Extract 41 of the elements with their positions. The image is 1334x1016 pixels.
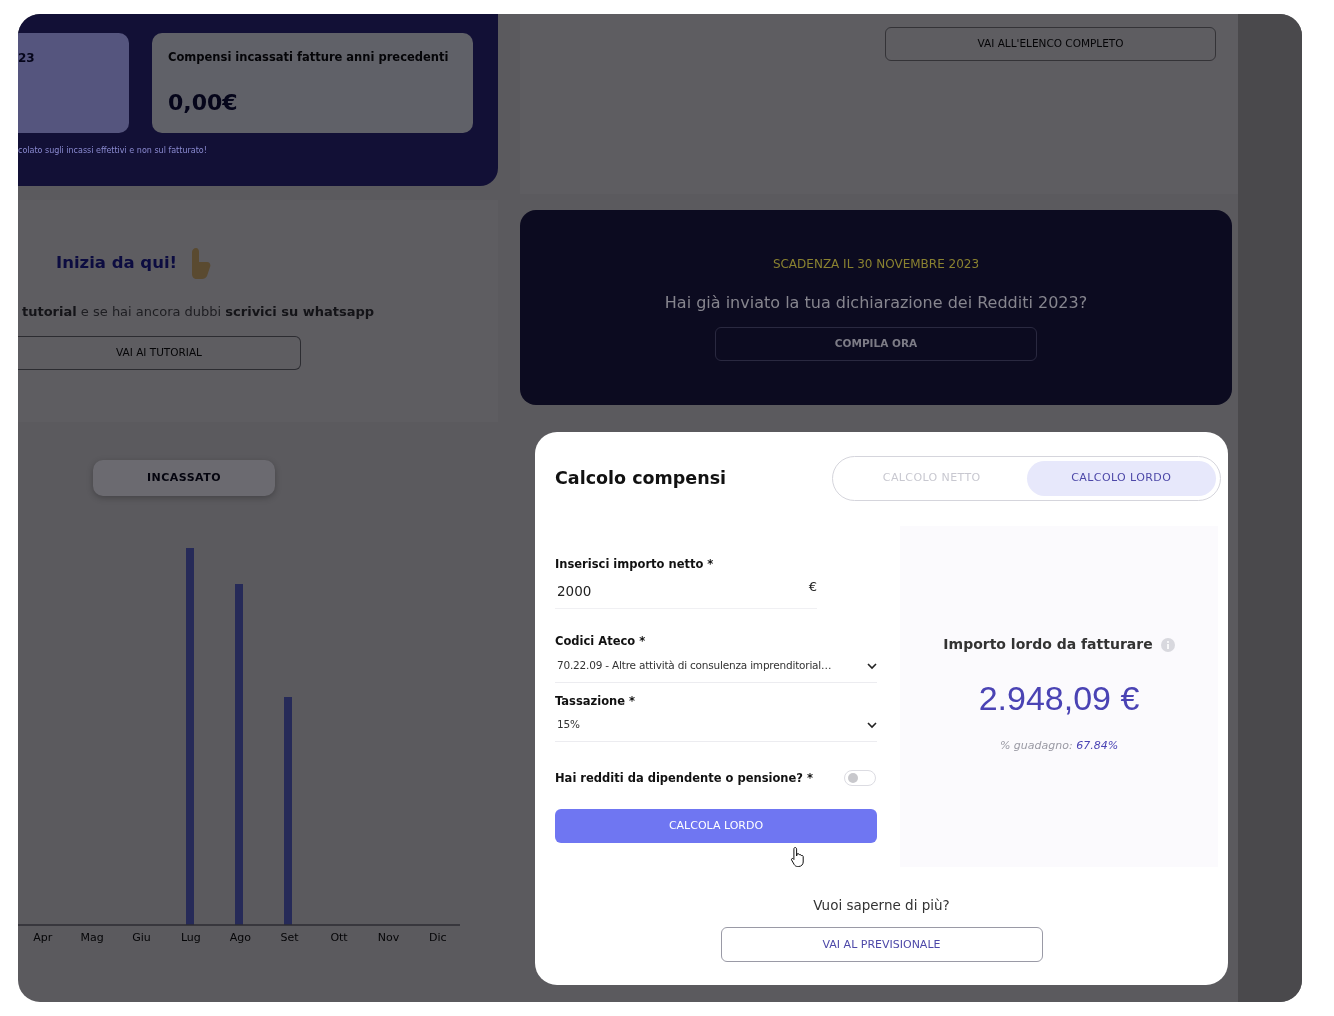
field-label: Tassazione * [555, 692, 637, 710]
calculate-button[interactable]: CALCOLA LORDO [555, 809, 877, 843]
deadline-text: SCADENZA IL 30 NOVEMBRE 2023 [772, 256, 980, 273]
section-title: Inizia da qui! [56, 251, 178, 274]
axis-label: Mag [79, 930, 105, 946]
card-amount: 0,00€ [168, 89, 239, 118]
axis-label: Set [279, 930, 300, 946]
chevron-down-icon [867, 721, 877, 729]
help-text: tutorial e se hai ancora dubbi scrivici su whatsapp [21, 303, 376, 321]
result-amount: 2.948,09 € [978, 678, 1140, 719]
footnote-text: colato sugli incassi effettivi e non sul fatturato! [18, 145, 208, 157]
forecast-button[interactable]: VAI AL PREVISIONALE [720, 927, 1043, 963]
info-icon[interactable] [1160, 637, 1175, 652]
currency-symbol: € [808, 578, 817, 596]
field-label: Codici Ateco * [555, 633, 647, 651]
chevron-down-icon [867, 662, 877, 670]
axis-label: Ott [329, 930, 349, 946]
axis-label: Nov [376, 930, 401, 946]
more-info-text: Vuoi saperne di più? [813, 896, 950, 915]
toggle-switch[interactable] [844, 770, 876, 787]
field-label: Hai redditi da dipendente o pensione? * [555, 769, 814, 787]
banner-question: Hai già inviato la tua dichiarazione dei Redditi 2023? [664, 292, 1088, 314]
card-title: Compensi incassati fatture anni precedenti [168, 49, 450, 66]
chart-tab[interactable]: INCASSATO [93, 460, 275, 496]
modal-title: Calcolo compensi [555, 467, 727, 491]
card-title: 23 [18, 50, 36, 67]
select-field[interactable]: 70.22.09 - Altre attività di consulenza imprenditorial… [555, 650, 877, 683]
axis-label: Apr [32, 930, 54, 946]
axis-label: Ago [228, 930, 252, 946]
select-field[interactable]: 15% [555, 709, 877, 742]
gain-text: % guadagno: 67.84% [999, 738, 1119, 754]
axis-label: Lug [179, 930, 202, 946]
mode-tab[interactable]: CALCOLO LORDO [1026, 461, 1216, 496]
full-list-button[interactable]: VAI ALL'ELENCO COMPLETO [885, 27, 1216, 61]
result-label: Importo lordo da fatturare [943, 635, 1153, 654]
axis-label: Dic [428, 930, 448, 946]
axis-label: Giu [131, 930, 152, 946]
fill-now-button[interactable]: COMPILA ORA [715, 327, 1037, 361]
field-label: Inserisci importo netto * [555, 556, 715, 573]
amount-field[interactable]: 2000 [555, 580, 773, 601]
tutorial-button[interactable]: VAI AI TUTORIAL [18, 335, 301, 370]
